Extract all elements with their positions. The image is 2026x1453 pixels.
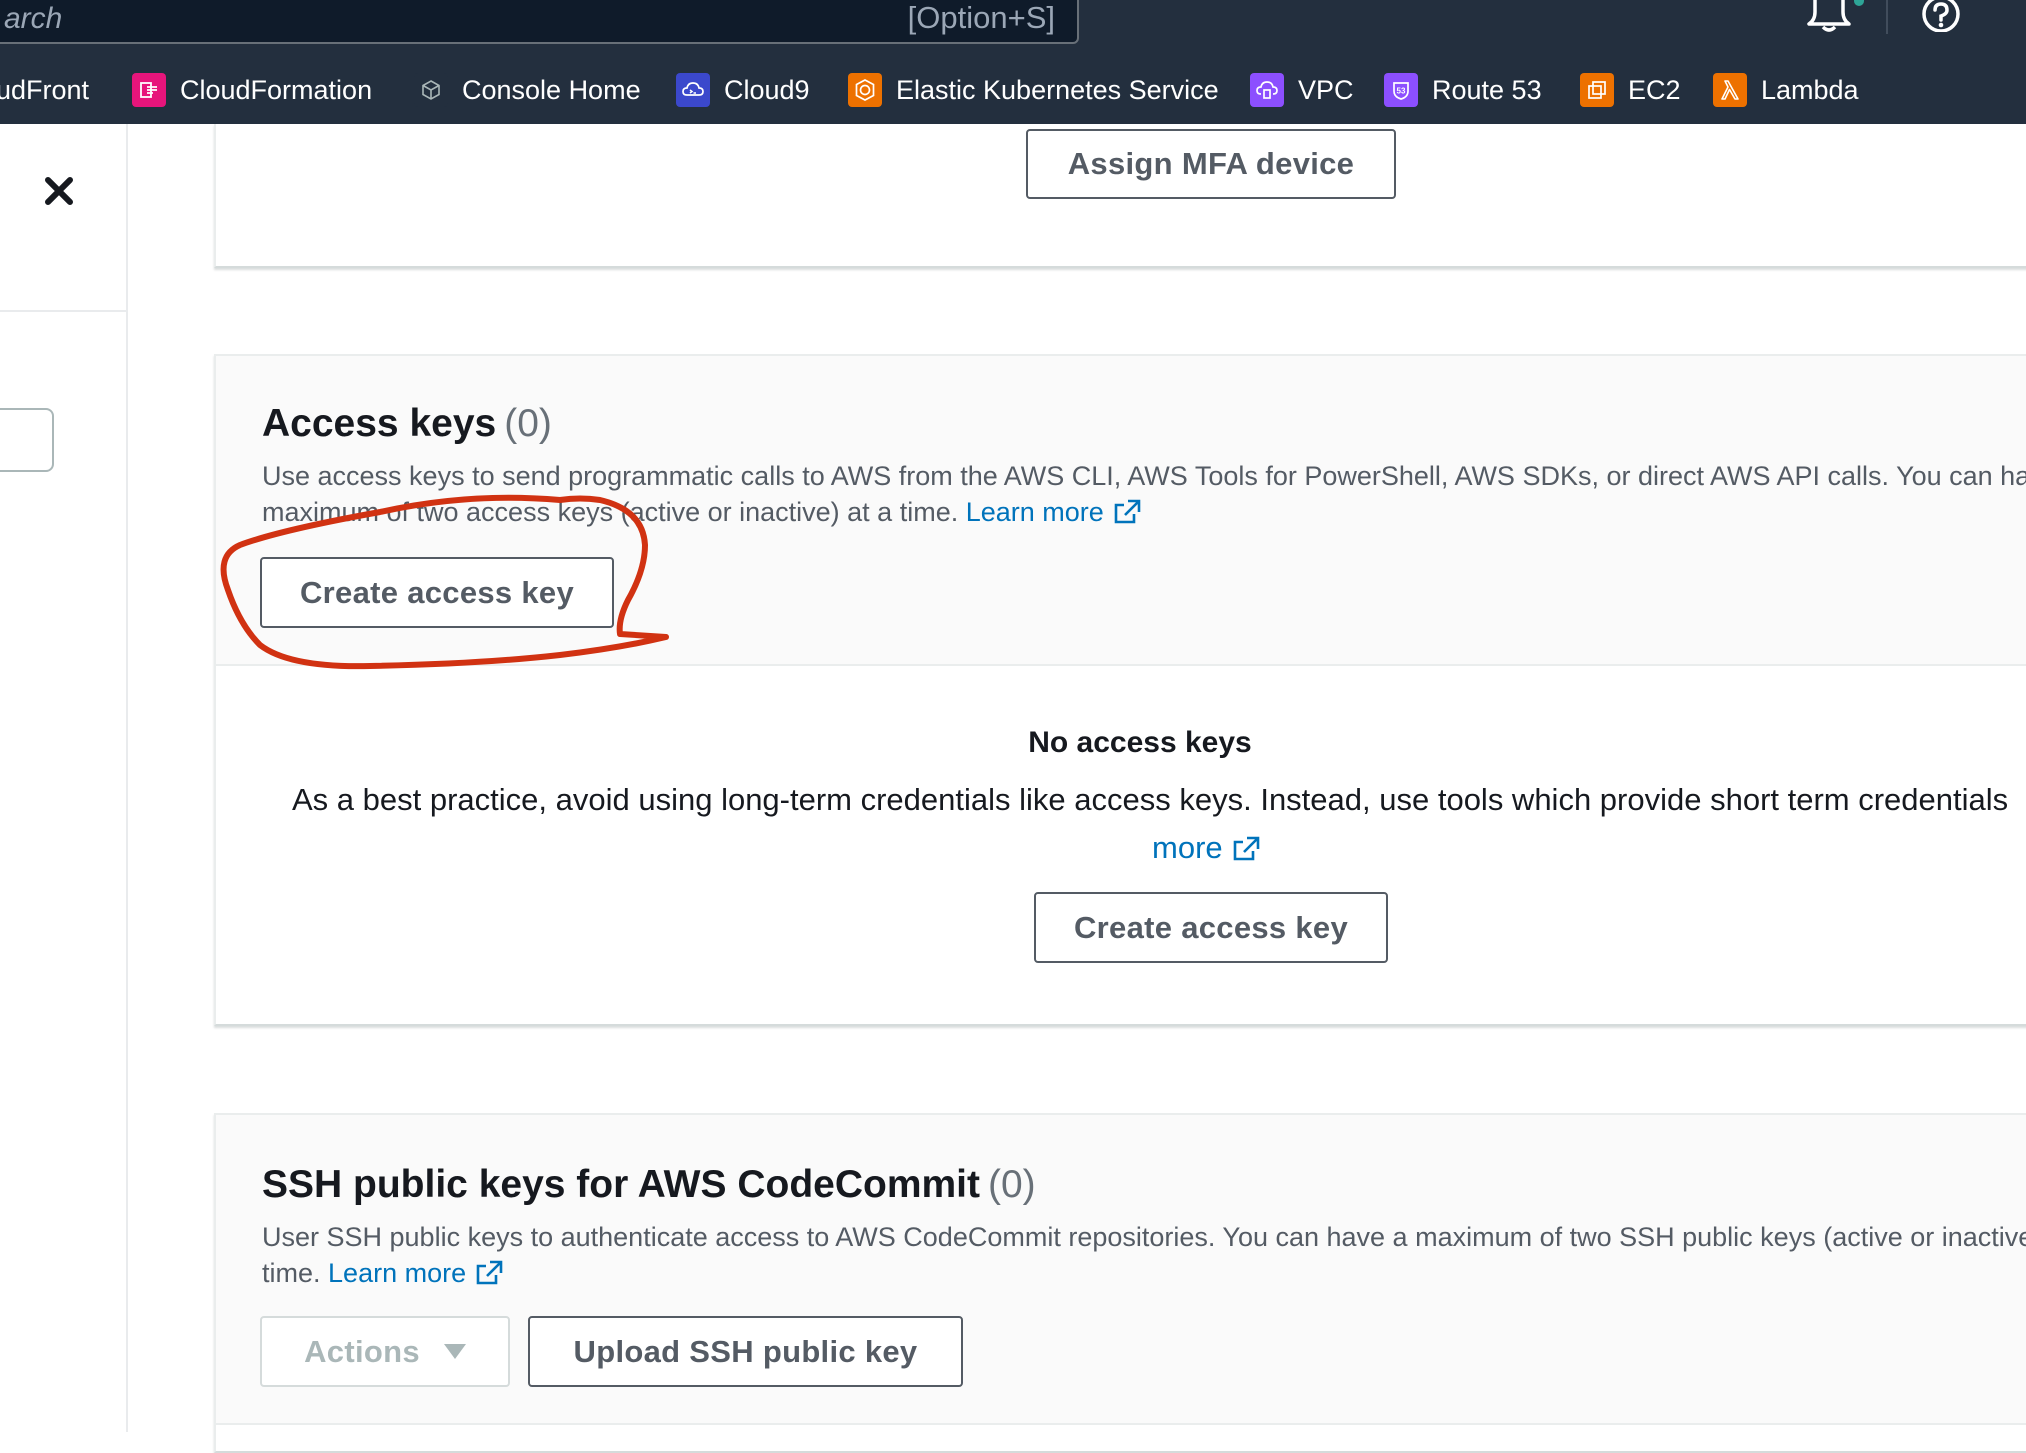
ec2-icon (1580, 73, 1614, 107)
favorite-label: Lambda (1761, 74, 1859, 105)
create-access-key-empty-state-button[interactable]: Create access key (1034, 892, 1388, 963)
caret-down-icon (443, 1344, 466, 1359)
actions-label: Actions (304, 1333, 420, 1369)
search-shortcut-hint: [Option+S] (907, 0, 1055, 35)
ssh-keys-title: SSH public keys for AWS CodeCommit (0) (262, 1163, 1036, 1207)
favorite-label: Elastic Kubernetes Service (896, 74, 1219, 105)
favorite-label: VPC (1298, 74, 1354, 105)
console-home-icon (414, 73, 448, 107)
access-keys-description: Use access keys to send programmatic cal… (262, 458, 2026, 530)
search-placeholder: arch (4, 2, 63, 35)
favorite-label: Cloud9 (724, 74, 810, 105)
favorite-ec2[interactable]: EC2 (1580, 68, 1681, 112)
cloudformation-icon (132, 73, 166, 107)
vpc-icon (1250, 73, 1284, 107)
upload-ssh-public-key-button[interactable]: Upload SSH public key (528, 1316, 963, 1387)
favorite-label: udFront (0, 74, 90, 105)
top-navigation-bar: arch [Option+S] udFront CloudFormation C… (0, 0, 2026, 124)
favorite-label: CloudFormation (180, 74, 373, 105)
assign-mfa-device-button[interactable]: Assign MFA device (1026, 129, 1396, 199)
access-keys-description-line2: maximum of two access keys (active or in… (262, 497, 959, 527)
favorite-cloudformation[interactable]: CloudFormation (132, 68, 372, 112)
side-panel-divider (0, 310, 126, 312)
ssh-keys-description-line1: User SSH public keys to authenticate acc… (262, 1222, 2026, 1252)
favorite-console-home[interactable]: Console Home (414, 68, 641, 112)
favorites-bar: udFront CloudFormation Console Home Clou… (0, 68, 2026, 112)
notifications-bell-icon[interactable] (1803, 0, 1855, 32)
actions-dropdown-button[interactable]: Actions (260, 1316, 510, 1387)
access-keys-count: (0) (504, 402, 552, 445)
access-keys-description-line2-row: maximum of two access keys (active or in… (262, 494, 2026, 530)
favorite-label: EC2 (1628, 74, 1681, 105)
cloud9-icon (676, 73, 710, 107)
favorite-eks[interactable]: Elastic Kubernetes Service (848, 68, 1219, 112)
no-access-keys-title: No access keys (1028, 726, 1252, 759)
ssh-keys-panel: SSH public keys for AWS CodeCommit (0) Us… (214, 1113, 2026, 1453)
lambda-icon (1713, 73, 1747, 107)
favorite-cloudfront[interactable]: udFront (0, 68, 89, 112)
favorite-label: Console Home (462, 74, 641, 105)
side-panel (0, 124, 128, 1432)
no-access-keys-more-link[interactable]: more (1152, 830, 1261, 866)
ssh-keys-description-line2-row: time. Learn more (262, 1255, 2026, 1291)
notification-indicator (1854, 0, 1864, 6)
ssh-keys-count: (0) (988, 1163, 1036, 1206)
access-keys-learn-more-link[interactable]: Learn more (966, 497, 1142, 527)
ssh-keys-description-line2: time. (262, 1258, 321, 1288)
close-icon[interactable] (40, 172, 78, 210)
learn-more-text: Learn more (328, 1258, 467, 1288)
nav-divider (1886, 0, 1888, 34)
access-keys-title-text: Access keys (262, 402, 497, 445)
ssh-keys-description: User SSH public keys to authenticate acc… (262, 1219, 2026, 1291)
external-link-icon (476, 1260, 503, 1285)
ssh-keys-learn-more-link[interactable]: Learn more (328, 1258, 504, 1288)
svg-text:53: 53 (1397, 87, 1406, 96)
search-input[interactable]: arch [Option+S] (0, 0, 1079, 44)
help-icon[interactable] (1920, 0, 1962, 32)
access-keys-title: Access keys (0) (262, 402, 552, 446)
favorite-lambda[interactable]: Lambda (1713, 68, 1859, 112)
ssh-keys-title-text: SSH public keys for AWS CodeCommit (262, 1163, 980, 1206)
learn-more-text: Learn more (965, 497, 1104, 527)
favorite-label: Route 53 (1432, 74, 1542, 105)
favorite-route53[interactable]: 53 Route 53 (1384, 68, 1542, 112)
route53-icon: 53 (1384, 73, 1418, 107)
external-link-icon (1114, 499, 1141, 524)
no-access-keys-description: As a best practice, avoid using long-ter… (292, 782, 2009, 817)
eks-icon (848, 73, 882, 107)
favorite-vpc[interactable]: VPC (1250, 68, 1354, 112)
side-filter-input[interactable] (0, 408, 54, 472)
access-keys-description-line1: Use access keys to send programmatic cal… (262, 461, 2026, 491)
create-access-key-button[interactable]: Create access key (260, 557, 614, 628)
favorite-cloud9[interactable]: Cloud9 (676, 68, 810, 112)
external-link-icon (1233, 836, 1259, 861)
more-link-text: more (1152, 830, 1223, 865)
